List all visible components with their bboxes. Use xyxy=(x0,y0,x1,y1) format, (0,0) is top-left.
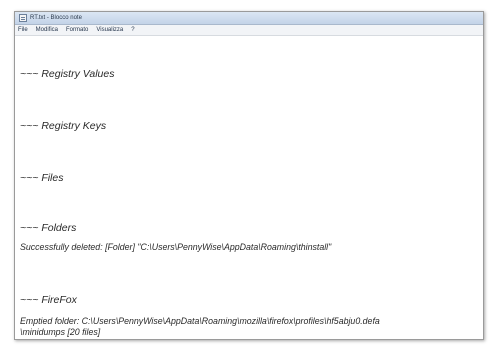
text-editor-area[interactable]: ~~~ Registry Values ~~~ Registry Keys ~~… xyxy=(15,36,483,339)
section-files: ~~~ Files xyxy=(20,172,64,184)
menu-formato[interactable]: Formato xyxy=(66,27,88,33)
notepad-icon xyxy=(19,14,27,22)
title-bar: RT.txt - Blocco note xyxy=(15,12,483,25)
folders-deleted-line: Successfully deleted: [Folder] "C:\Users… xyxy=(20,242,332,252)
menu-help[interactable]: ? xyxy=(131,27,134,33)
section-registry-keys: ~~~ Registry Keys xyxy=(20,120,107,132)
menu-modifica[interactable]: Modifica xyxy=(36,27,58,33)
window-title: RT.txt - Blocco note xyxy=(30,15,82,21)
firefox-emptied-line: Emptied folder: C:\Users\PennyWise\AppDa… xyxy=(20,316,380,326)
section-registry-values: ~~~ Registry Values xyxy=(20,68,115,80)
notepad-window: RT.txt - Blocco note File Modifica Forma… xyxy=(14,11,484,340)
section-folders: ~~~ Folders xyxy=(20,222,77,234)
menu-file[interactable]: File xyxy=(18,27,28,33)
firefox-minidumps-line: \minidumps [20 files] xyxy=(20,327,101,337)
section-firefox: ~~~ FireFox xyxy=(20,294,77,306)
menu-bar: File Modifica Formato Visualizza ? xyxy=(15,25,483,36)
menu-visualizza[interactable]: Visualizza xyxy=(96,27,123,33)
